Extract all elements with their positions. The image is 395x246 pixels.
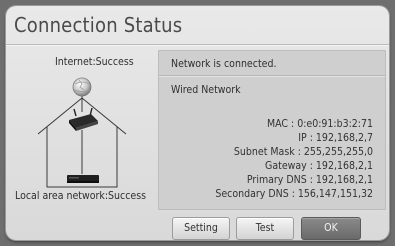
network-details: MAC : 0:e0:91:b3:2:71 IP : 192,168,2,7 S… [215, 117, 373, 201]
dialog-title: Connection Status [14, 13, 183, 37]
network-type: Wired Network [171, 84, 241, 96]
primary-dns: Primary DNS : 192,168,2,1 [246, 174, 373, 186]
setting-button[interactable]: Setting [172, 217, 230, 240]
ok-button[interactable]: OK [301, 217, 361, 240]
mac-address: MAC : 0:e0:91:b3:2:71 [266, 118, 373, 130]
network-diagram: Internet:Success Local area network:Succ… [6, 50, 156, 210]
title-divider [6, 44, 389, 45]
network-diagram-graphic [37, 77, 127, 188]
connection-status-dialog: Connection Status Internet:Success Local… [6, 6, 389, 240]
globe-icon [72, 77, 92, 97]
subnet-mask: Subnet Mask : 255,255,255,0 [233, 146, 373, 158]
secondary-dns: Secondary DNS : 156,147,151,32 [215, 188, 373, 200]
connection-status-message: Network is connected. [171, 58, 277, 70]
gateway: Gateway : 192,168,2,1 [265, 160, 373, 172]
status-row: Network is connected. [159, 51, 385, 76]
player-icon [67, 175, 99, 183]
ip-address: IP : 192,168,2,7 [298, 132, 373, 144]
lan-status-label: Local area network:Success [15, 190, 147, 202]
test-button[interactable]: Test [236, 217, 294, 240]
network-info-panel: Network is connected. Wired Network MAC … [158, 50, 386, 210]
router-icon [69, 107, 98, 131]
